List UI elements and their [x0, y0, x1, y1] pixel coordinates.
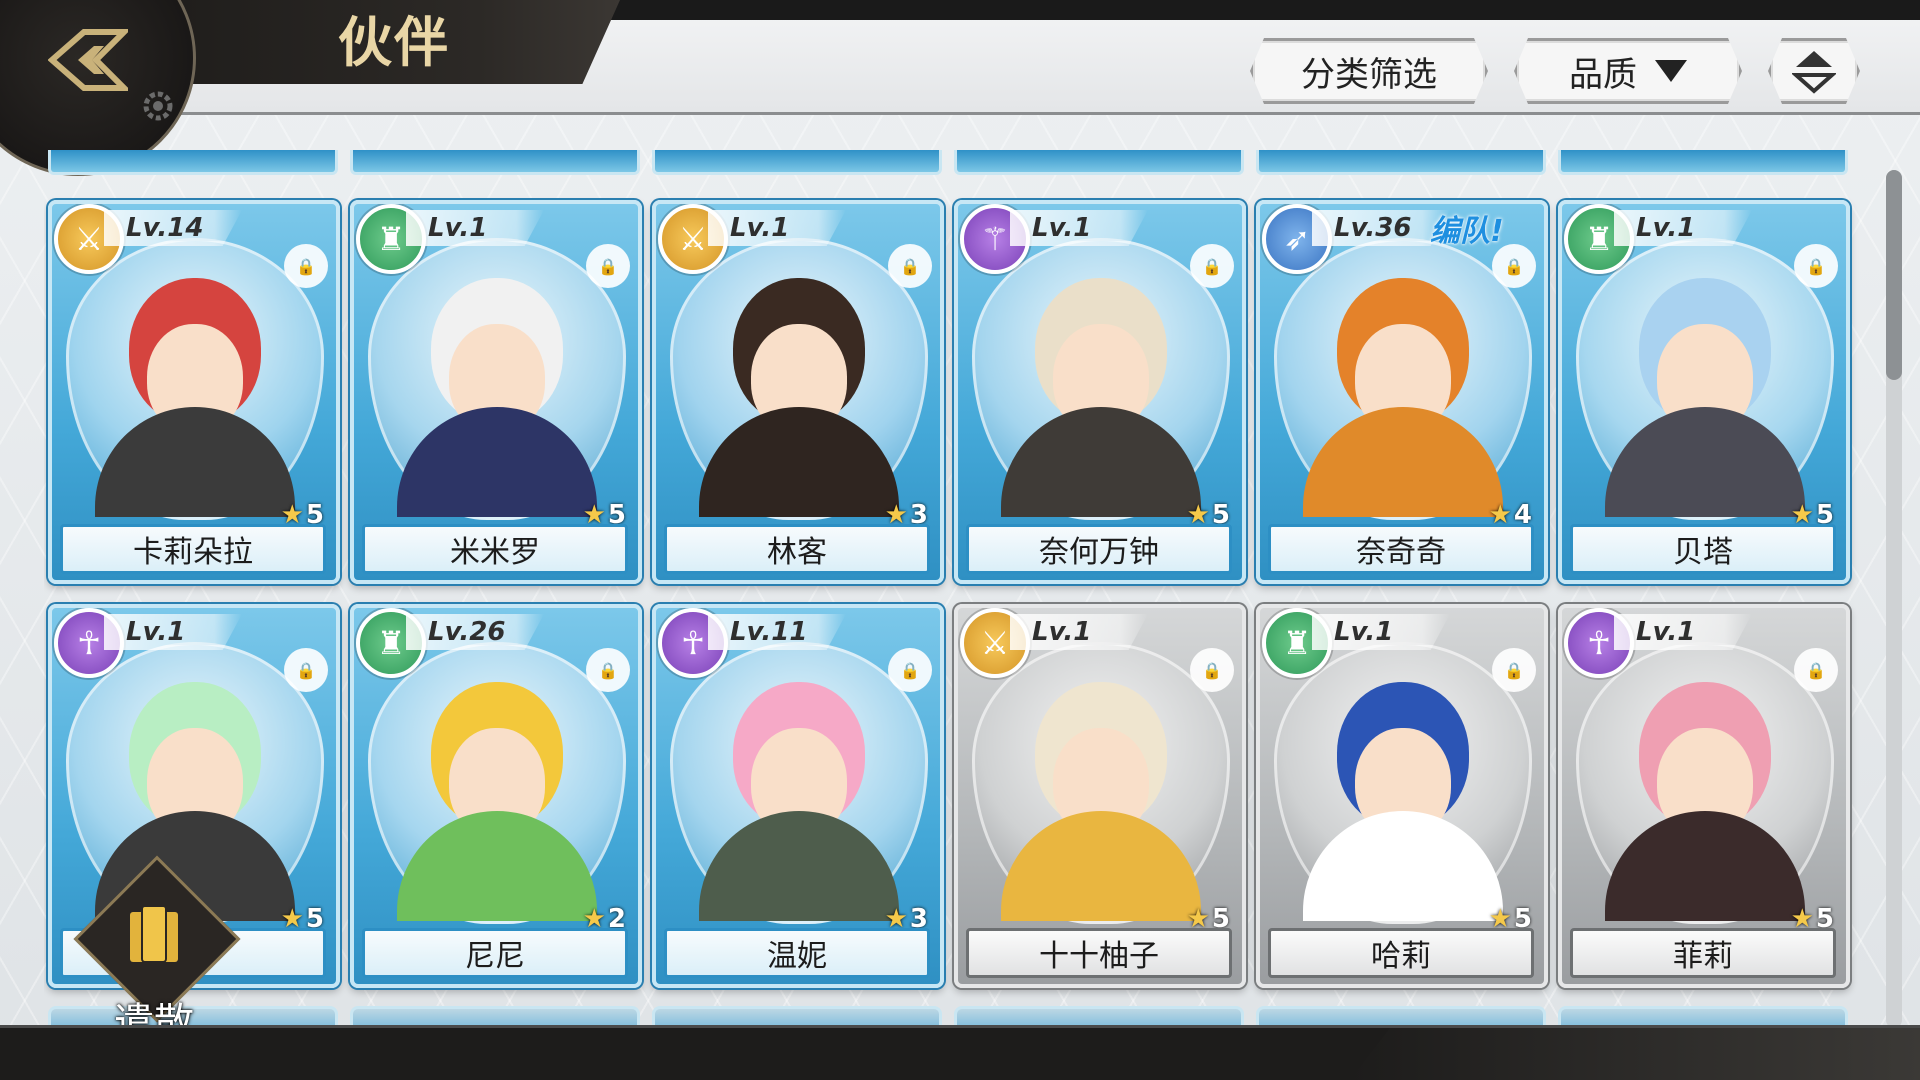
partner-portrait: [670, 238, 928, 520]
lock-icon[interactable]: 🔒: [888, 244, 932, 288]
partner-name: 十十柚子: [966, 928, 1232, 978]
level-label: Lv.11: [708, 614, 846, 650]
sort-order-icon: [1792, 47, 1836, 95]
partner-card[interactable]: ⚔ Lv.14 🔒 ★ 5 卡莉朵拉: [48, 200, 340, 584]
scrollbar-thumb[interactable]: [1886, 170, 1902, 380]
partner-portrait: [368, 238, 626, 520]
lock-icon[interactable]: 🔒: [284, 648, 328, 692]
level-label: Lv.1: [1312, 614, 1450, 650]
partner-card[interactable]: ⚔ Lv.1 🔒 ★ 3 林客: [652, 200, 944, 584]
level-label: Lv.1: [708, 210, 846, 246]
partner-card[interactable]: ⚚ Lv.1 🔒 ★ 5 奈何万钟: [954, 200, 1246, 584]
category-filter-button[interactable]: 分类筛选: [1250, 38, 1488, 104]
partner-portrait: [972, 238, 1230, 520]
quality-sort-dropdown[interactable]: 品质: [1514, 38, 1742, 104]
partner-name: 菲莉: [1570, 928, 1836, 978]
lock-icon[interactable]: 🔒: [1190, 648, 1234, 692]
partner-portrait: [972, 642, 1230, 924]
level-label: Lv.1: [1010, 614, 1148, 650]
level-label: Lv.1: [406, 210, 544, 246]
partner-card[interactable]: ♜ Lv.1 🔒 ★ 5 哈莉: [1256, 604, 1548, 988]
partner-name: 温妮: [664, 928, 930, 978]
partner-name: 尼尼: [362, 928, 628, 978]
footer-accent: [1350, 1028, 1920, 1080]
level-label: Lv.1: [104, 614, 242, 650]
partner-portrait: [368, 642, 626, 924]
lock-icon[interactable]: 🔒: [1190, 244, 1234, 288]
partner-name: 米米罗: [362, 524, 628, 574]
partner-portrait: [1576, 642, 1834, 924]
partner-portrait: [66, 238, 324, 520]
quality-sort-label: 品质: [1569, 54, 1637, 95]
partner-card[interactable]: ⚔ Lv.1 🔒 ★ 5 十十柚子: [954, 604, 1246, 988]
partner-card[interactable]: ☥ Lv.11 🔒 ★ 3 温妮: [652, 604, 944, 988]
partial-card-top[interactable]: [48, 150, 338, 175]
gear-icon: [143, 91, 173, 121]
footer-bar: [0, 1025, 1920, 1080]
partial-card-top[interactable]: [1558, 150, 1848, 175]
partner-name: 贝塔: [1570, 524, 1836, 574]
partial-card-top[interactable]: [350, 150, 640, 175]
partner-name: 哈莉: [1268, 928, 1534, 978]
chevron-down-icon: [1655, 60, 1687, 82]
header-bar: 伙伴 分类筛选 品质: [0, 0, 1920, 176]
lock-icon[interactable]: 🔒: [1492, 648, 1536, 692]
cards-icon: [130, 905, 178, 963]
lock-icon[interactable]: 🔒: [1794, 244, 1838, 288]
lock-icon[interactable]: 🔒: [1794, 648, 1838, 692]
lock-icon[interactable]: 🔒: [586, 244, 630, 288]
level-label: Lv.1: [1010, 210, 1148, 246]
level-label: Lv.1: [1614, 614, 1752, 650]
partner-name: 卡莉朵拉: [60, 524, 326, 574]
partner-name: 林客: [664, 524, 930, 574]
level-label: Lv.26: [406, 614, 544, 650]
lock-icon[interactable]: 🔒: [888, 648, 932, 692]
partner-portrait: [1274, 238, 1532, 520]
partner-card[interactable]: ♜ Lv.1 🔒 ★ 5 米米罗: [350, 200, 642, 584]
partner-card[interactable]: ➶ Lv.36 编队! 🔒 ★ 4 奈奇奇: [1256, 200, 1548, 584]
partner-name: 奈奇奇: [1268, 524, 1534, 574]
partner-card[interactable]: ♜ Lv.1 🔒 ★ 5 贝塔: [1558, 200, 1850, 584]
partial-card-top[interactable]: [1256, 150, 1546, 175]
team-tag: 编队!: [1430, 214, 1504, 249]
partner-name: 奈何万钟: [966, 524, 1232, 574]
partner-grid[interactable]: ⚔ Lv.14 🔒 ★ 5 卡莉朵拉 ♜ Lv.1 🔒 ★ 5 米米罗 ⚔ Lv.1…: [44, 150, 1864, 1030]
level-label: Lv.14: [104, 210, 242, 246]
scrollbar[interactable]: [1886, 170, 1902, 1028]
partner-card[interactable]: ☥ Lv.1 🔒 ★ 5 菲莉: [1558, 604, 1850, 988]
partner-card[interactable]: ♜ Lv.26 🔒 ★ 2 尼尼: [350, 604, 642, 988]
back-arrow-icon[interactable]: [48, 28, 128, 92]
level-label: Lv.1: [1614, 210, 1752, 246]
partner-portrait: [670, 642, 928, 924]
partial-card-top[interactable]: [652, 150, 942, 175]
partial-card-top[interactable]: [954, 150, 1244, 175]
page-title: 伙伴: [338, 10, 450, 74]
partner-portrait: [1274, 642, 1532, 924]
lock-icon[interactable]: 🔒: [1492, 244, 1536, 288]
category-filter-label: 分类筛选: [1301, 54, 1437, 95]
lock-icon[interactable]: 🔒: [586, 648, 630, 692]
sort-order-toggle[interactable]: [1768, 38, 1860, 104]
lock-icon[interactable]: 🔒: [284, 244, 328, 288]
partner-portrait: [1576, 238, 1834, 520]
